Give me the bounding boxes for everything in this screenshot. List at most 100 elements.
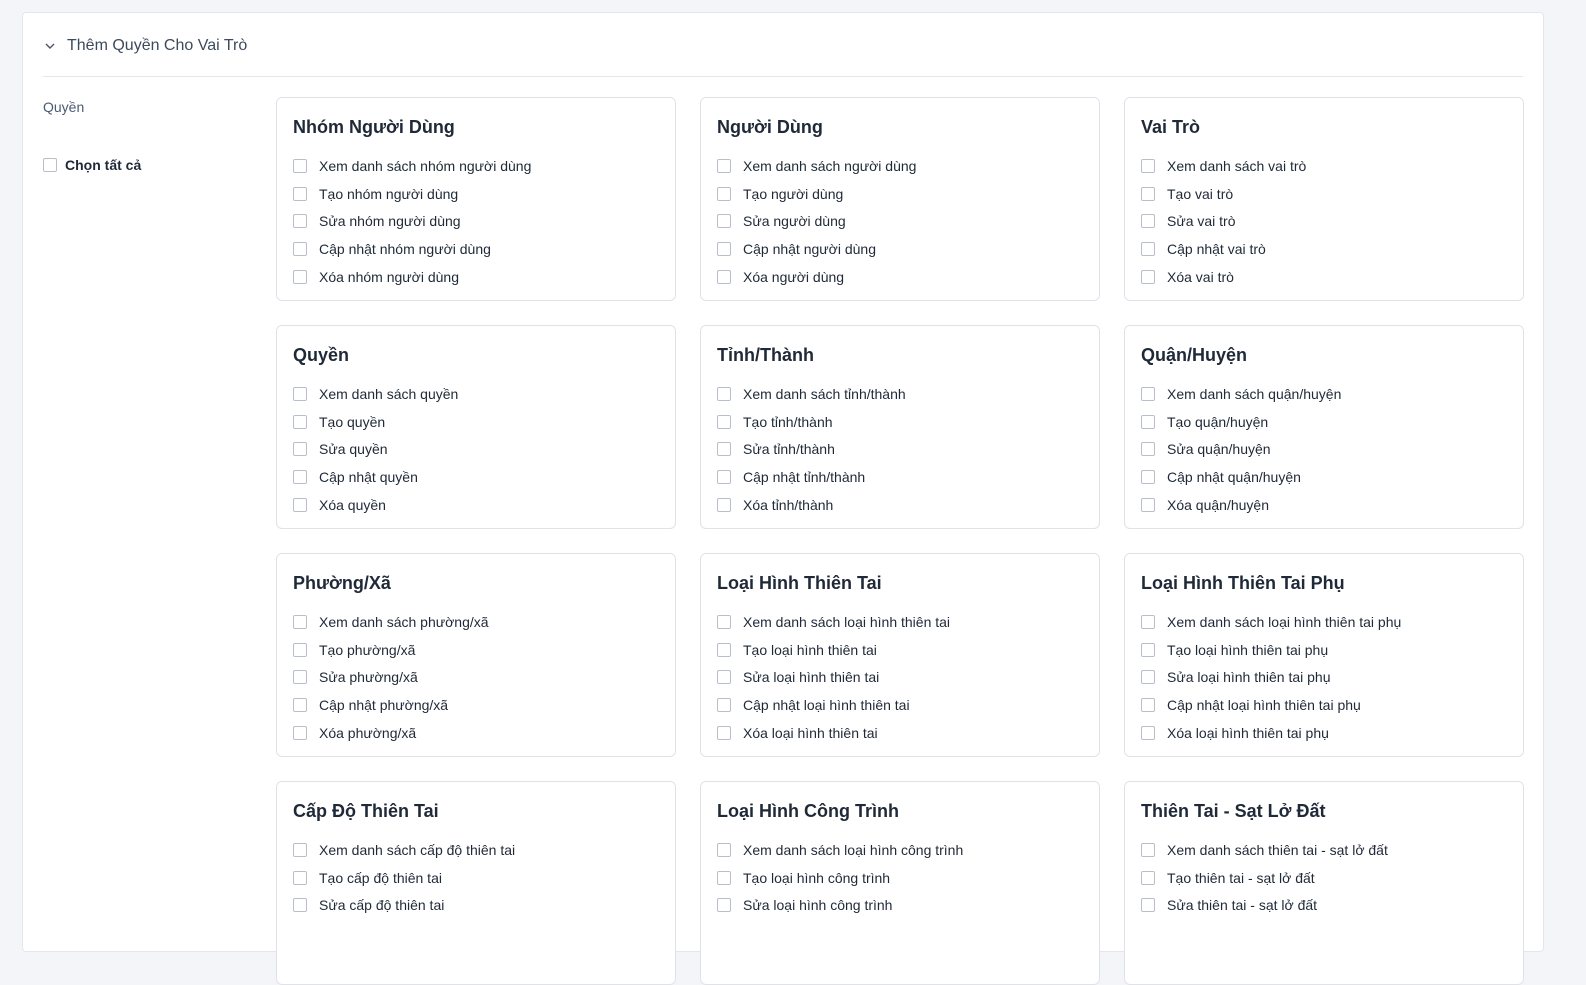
permission-checkbox-item[interactable]: Tạo vai trò: [1141, 180, 1507, 208]
section-toggle[interactable]: Thêm Quyền Cho Vai Trò: [43, 35, 247, 57]
checkbox[interactable]: [717, 214, 731, 229]
permission-checkbox-item[interactable]: Xem danh sách loại hình công trình: [717, 836, 1083, 864]
checkbox[interactable]: [717, 414, 731, 429]
permission-checkbox-item[interactable]: Cập nhật tỉnh/thành: [717, 463, 1083, 491]
permission-checkbox-item[interactable]: Xóa phường/xã: [293, 719, 659, 747]
permission-checkbox-item[interactable]: Tạo người dùng: [717, 180, 1083, 208]
checkbox[interactable]: [717, 186, 731, 201]
checkbox[interactable]: [1141, 725, 1155, 740]
checkbox[interactable]: [293, 469, 307, 484]
permission-checkbox-item[interactable]: Xóa nhóm người dùng: [293, 263, 659, 291]
permission-checkbox-item[interactable]: Tạo tỉnh/thành: [717, 408, 1083, 436]
permission-checkbox-item[interactable]: Sửa loại hình thiên tai: [717, 663, 1083, 691]
checkbox[interactable]: [293, 642, 307, 657]
checkbox[interactable]: [717, 697, 731, 712]
checkbox[interactable]: [1141, 158, 1155, 173]
checkbox[interactable]: [717, 842, 731, 857]
checkbox[interactable]: [717, 269, 731, 284]
checkbox[interactable]: [717, 614, 731, 629]
permission-checkbox-item[interactable]: Xóa vai trò: [1141, 263, 1507, 291]
checkbox[interactable]: [293, 386, 307, 401]
permission-checkbox-item[interactable]: Xóa loại hình thiên tai phụ: [1141, 719, 1507, 747]
permission-checkbox-item[interactable]: Xem danh sách phường/xã: [293, 608, 659, 636]
permission-checkbox-item[interactable]: Tạo thiên tai - sạt lở đất: [1141, 864, 1507, 892]
checkbox[interactable]: [1141, 186, 1155, 201]
permission-checkbox-item[interactable]: Sửa nhóm người dùng: [293, 207, 659, 235]
permission-checkbox-item[interactable]: Xem danh sách cấp độ thiên tai: [293, 836, 659, 864]
checkbox[interactable]: [717, 442, 731, 457]
permission-checkbox-item[interactable]: Xóa tỉnh/thành: [717, 491, 1083, 519]
checkbox[interactable]: [1141, 842, 1155, 857]
checkbox[interactable]: [717, 241, 731, 256]
checkbox[interactable]: [43, 158, 57, 172]
checkbox[interactable]: [1141, 414, 1155, 429]
permission-checkbox-item[interactable]: Cập nhật loại hình thiên tai phụ: [1141, 691, 1507, 719]
permission-checkbox-item[interactable]: Sửa tỉnh/thành: [717, 435, 1083, 463]
permission-checkbox-item[interactable]: Cập nhật quận/huyện: [1141, 463, 1507, 491]
checkbox[interactable]: [293, 497, 307, 512]
permission-checkbox-item[interactable]: Tạo quyền: [293, 408, 659, 436]
checkbox[interactable]: [1141, 269, 1155, 284]
permission-checkbox-item[interactable]: Xem danh sách người dùng: [717, 152, 1083, 180]
checkbox[interactable]: [1141, 469, 1155, 484]
checkbox[interactable]: [717, 158, 731, 173]
permission-checkbox-item[interactable]: Cập nhật nhóm người dùng: [293, 235, 659, 263]
checkbox[interactable]: [293, 670, 307, 685]
checkbox[interactable]: [1141, 214, 1155, 229]
permission-checkbox-item[interactable]: Sửa quyền: [293, 435, 659, 463]
checkbox[interactable]: [717, 670, 731, 685]
checkbox[interactable]: [717, 642, 731, 657]
checkbox[interactable]: [717, 898, 731, 913]
checkbox[interactable]: [717, 386, 731, 401]
checkbox[interactable]: [1141, 670, 1155, 685]
permission-checkbox-item[interactable]: Xem danh sách loại hình thiên tai: [717, 608, 1083, 636]
permission-checkbox-item[interactable]: Xóa loại hình thiên tai: [717, 719, 1083, 747]
checkbox[interactable]: [1141, 898, 1155, 913]
permission-checkbox-item[interactable]: Sửa loại hình công trình: [717, 891, 1083, 919]
checkbox[interactable]: [717, 870, 731, 885]
permission-checkbox-item[interactable]: Tạo quận/huyện: [1141, 408, 1507, 436]
permission-checkbox-item[interactable]: Tạo loại hình công trình: [717, 864, 1083, 892]
checkbox[interactable]: [293, 414, 307, 429]
permission-checkbox-item[interactable]: Sửa vai trò: [1141, 207, 1507, 235]
checkbox[interactable]: [293, 842, 307, 857]
permission-checkbox-item[interactable]: Sửa phường/xã: [293, 663, 659, 691]
checkbox[interactable]: [717, 725, 731, 740]
permission-checkbox-item[interactable]: Sửa cấp độ thiên tai: [293, 891, 659, 919]
checkbox[interactable]: [1141, 870, 1155, 885]
permission-checkbox-item[interactable]: Xem danh sách quyền: [293, 380, 659, 408]
checkbox[interactable]: [717, 497, 731, 512]
permission-checkbox-item[interactable]: Xóa quận/huyện: [1141, 491, 1507, 519]
checkbox[interactable]: [293, 725, 307, 740]
permission-checkbox-item[interactable]: Cập nhật vai trò: [1141, 235, 1507, 263]
permission-checkbox-item[interactable]: Cập nhật người dùng: [717, 235, 1083, 263]
permission-checkbox-item[interactable]: Xem danh sách thiên tai - sạt lở đất: [1141, 836, 1507, 864]
checkbox[interactable]: [293, 186, 307, 201]
checkbox[interactable]: [293, 614, 307, 629]
checkbox[interactable]: [293, 241, 307, 256]
checkbox[interactable]: [717, 469, 731, 484]
checkbox[interactable]: [293, 158, 307, 173]
checkbox[interactable]: [1141, 442, 1155, 457]
permission-checkbox-item[interactable]: Sửa loại hình thiên tai phụ: [1141, 663, 1507, 691]
permission-checkbox-item[interactable]: Sửa người dùng: [717, 207, 1083, 235]
checkbox[interactable]: [293, 898, 307, 913]
permission-checkbox-item[interactable]: Cập nhật phường/xã: [293, 691, 659, 719]
checkbox[interactable]: [1141, 614, 1155, 629]
permission-checkbox-item[interactable]: Tạo nhóm người dùng: [293, 180, 659, 208]
checkbox[interactable]: [293, 214, 307, 229]
checkbox[interactable]: [293, 442, 307, 457]
permission-checkbox-item[interactable]: Cập nhật quyền: [293, 463, 659, 491]
permission-checkbox-item[interactable]: Cập nhật loại hình thiên tai: [717, 691, 1083, 719]
checkbox[interactable]: [293, 269, 307, 284]
checkbox[interactable]: [1141, 697, 1155, 712]
permission-checkbox-item[interactable]: Xem danh sách tỉnh/thành: [717, 380, 1083, 408]
permission-checkbox-item[interactable]: Xem danh sách loại hình thiên tai phụ: [1141, 608, 1507, 636]
checkbox[interactable]: [1141, 497, 1155, 512]
permission-checkbox-item[interactable]: Tạo loại hình thiên tai: [717, 636, 1083, 664]
select-all-checkbox[interactable]: Chọn tất cả: [43, 157, 141, 173]
checkbox[interactable]: [1141, 642, 1155, 657]
permission-checkbox-item[interactable]: Xem danh sách nhóm người dùng: [293, 152, 659, 180]
checkbox[interactable]: [293, 697, 307, 712]
checkbox[interactable]: [1141, 241, 1155, 256]
